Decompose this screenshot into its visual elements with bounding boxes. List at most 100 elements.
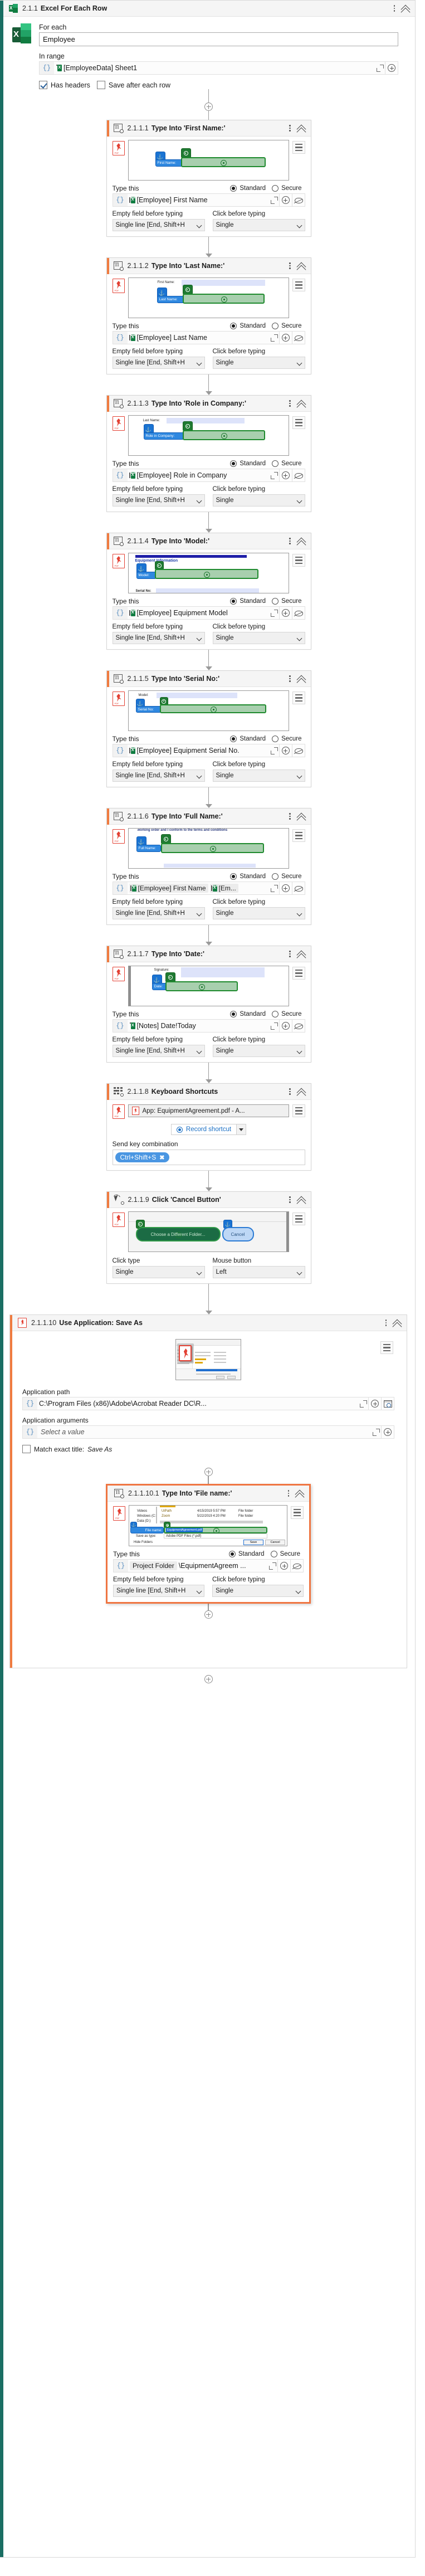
toggle-visibility-button[interactable]	[291, 1559, 304, 1572]
step-card-type-into-role-in-company[interactable]: TI 2.1.1.3 Type Into 'Role in Company:' …	[106, 395, 311, 512]
secure-radio[interactable]	[270, 1551, 277, 1557]
step-header[interactable]: TI 2.1.1.7 Type Into 'Date:'	[106, 946, 311, 962]
target-menu-button[interactable]	[292, 829, 305, 842]
add-value-button[interactable]	[279, 744, 292, 757]
target-menu-button[interactable]	[292, 1212, 305, 1225]
step-card-type-into-serial-no[interactable]: TI 2.1.1.5 Type Into 'Serial No:' PDF Mo…	[106, 670, 311, 787]
step-header[interactable]: TI 2.1.1.10.1 Type Into 'File name:'	[108, 1486, 309, 1502]
step-header[interactable]: TI 2.1.1.4 Type Into 'Model:'	[106, 533, 311, 549]
click-before-select[interactable]: Single	[212, 632, 305, 644]
more-options-icon[interactable]	[390, 3, 398, 13]
click-before-select[interactable]: Single	[212, 219, 305, 231]
secure-radio[interactable]	[272, 1011, 279, 1017]
toggle-visibility-button[interactable]	[292, 882, 305, 895]
type-this-input[interactable]: {} Project Folder \EquipmentAgreem ...	[113, 1559, 278, 1572]
add-activity-button[interactable]	[204, 103, 213, 111]
empty-field-select[interactable]: Single line [End, Shift+H	[112, 494, 205, 507]
match-exact-title-checkbox[interactable]	[22, 1445, 31, 1453]
empty-field-select[interactable]: Single line [End, Shift+H	[113, 1585, 204, 1597]
expand-editor-icon[interactable]	[269, 1020, 279, 1032]
add-value-button[interactable]	[385, 61, 398, 75]
step-header[interactable]: 2.1.1.8 Keyboard Shortcuts	[106, 1084, 311, 1100]
add-activity-button[interactable]	[204, 1468, 213, 1476]
step-header[interactable]: TI 2.1.1.1 Type Into 'First Name:'	[106, 120, 311, 137]
target-screenshot[interactable]: Choose a Different Folder... ⚓ Cancel	[128, 1211, 289, 1252]
add-value-button[interactable]	[279, 331, 292, 344]
more-options-icon[interactable]	[286, 398, 294, 408]
more-options-icon[interactable]	[286, 674, 294, 684]
step-card-type-into-full-name[interactable]: TI 2.1.1.6 Type Into 'Full Name:' PDF wo…	[106, 808, 311, 925]
target-menu-button[interactable]	[292, 141, 305, 154]
collapse-chevron-icon[interactable]	[296, 536, 306, 546]
step-header[interactable]: TI 2.1.1.3 Type Into 'Role in Company:'	[106, 396, 311, 412]
empty-field-select[interactable]: Single line [End, Shift+H	[112, 219, 205, 231]
type-this-input[interactable]: {} X [Employee] First Name X [Em...	[112, 882, 280, 895]
expand-editor-icon[interactable]	[358, 1397, 368, 1410]
empty-field-select[interactable]: Single line [End, Shift+H	[112, 632, 205, 644]
app-target-field[interactable]: App: EquipmentAgreement.pdf - A...	[128, 1104, 289, 1117]
more-options-icon[interactable]	[286, 949, 294, 959]
step-card-type-into-first-name[interactable]: TI 2.1.1.1 Type Into 'First Name:' PDF ⚓…	[106, 120, 311, 237]
expand-editor-icon[interactable]	[371, 1426, 381, 1438]
add-value-button[interactable]	[279, 469, 292, 482]
more-options-icon[interactable]	[286, 123, 294, 133]
type-this-input[interactable]: {} X [Notes] Date!Today	[112, 1019, 280, 1033]
secure-radio[interactable]	[272, 736, 279, 742]
collapse-chevron-icon[interactable]	[296, 261, 306, 271]
collapse-chevron-icon[interactable]	[296, 811, 306, 821]
expand-editor-icon[interactable]	[269, 744, 279, 757]
secure-radio[interactable]	[272, 185, 279, 192]
standard-radio[interactable]	[230, 185, 237, 192]
collapse-chevron-icon[interactable]	[296, 949, 306, 959]
click-before-select[interactable]: Single	[212, 357, 305, 369]
collapse-chevron-icon[interactable]	[295, 1488, 305, 1498]
standard-radio[interactable]	[230, 873, 237, 880]
target-menu-button[interactable]	[292, 692, 305, 704]
target-menu-button[interactable]	[292, 416, 305, 429]
step-card-type-into-file-name[interactable]: TI 2.1.1.10.1 Type Into 'File name:' PDF	[106, 1484, 311, 1604]
secure-radio[interactable]	[272, 323, 279, 329]
target-screenshot[interactable]: Last Name: ⚓ Role in Company:	[128, 415, 289, 456]
secure-radio[interactable]	[272, 460, 279, 467]
add-value-button[interactable]	[279, 193, 292, 207]
browse-application-button[interactable]	[382, 1397, 394, 1410]
collapse-chevron-icon[interactable]	[400, 3, 411, 13]
target-menu-button[interactable]	[292, 279, 305, 291]
add-activity-button[interactable]	[204, 1610, 213, 1619]
click-before-select[interactable]: Single	[212, 907, 305, 919]
more-options-icon[interactable]	[382, 1318, 390, 1328]
add-value-button[interactable]	[279, 882, 292, 895]
application-screenshot[interactable]	[175, 1339, 241, 1380]
expand-editor-icon[interactable]	[269, 607, 279, 619]
type-this-input[interactable]: {} X [Employee] Role in Company	[112, 469, 280, 482]
add-value-button[interactable]	[369, 1397, 382, 1410]
add-value-button[interactable]	[278, 1559, 291, 1572]
step-card-click-cancel-button[interactable]: 2.1.1.9 Click 'Cancel Button' PDF Choose…	[106, 1191, 311, 1284]
click-before-select[interactable]: Single	[212, 494, 305, 507]
toggle-visibility-button[interactable]	[292, 744, 305, 757]
target-screenshot[interactable]: Model: ⚓ Serial No:	[128, 690, 289, 731]
standard-radio[interactable]	[228, 1551, 236, 1557]
empty-field-select[interactable]: Single line [End, Shift+H	[112, 907, 205, 919]
more-options-icon[interactable]	[286, 536, 294, 546]
activity-header[interactable]: 2.1.1.10 Use Application: Save As	[10, 1315, 407, 1331]
collapse-chevron-icon[interactable]	[296, 123, 306, 133]
record-shortcut-dropdown[interactable]	[236, 1124, 246, 1134]
toggle-visibility-button[interactable]	[292, 193, 305, 207]
add-value-button[interactable]	[279, 1019, 292, 1033]
click-before-select[interactable]: Single	[212, 1585, 304, 1597]
target-menu-button[interactable]	[380, 1341, 393, 1354]
type-this-input[interactable]: {} X [Employee] Equipment Serial No.	[112, 744, 280, 757]
target-screenshot[interactable]: Videos Windows (C:) Data (D:) UiPath 4/1…	[129, 1505, 287, 1546]
type-this-input[interactable]: {} X [Employee] Equipment Model	[112, 606, 280, 620]
more-options-icon[interactable]	[286, 1087, 294, 1097]
target-screenshot[interactable]: First Name: ⚓ Last Name:	[128, 277, 289, 318]
target-screenshot[interactable]: ⚓ First Name:	[128, 140, 289, 181]
standard-radio[interactable]	[230, 736, 237, 742]
click-type-select[interactable]: Single	[112, 1266, 205, 1278]
step-card-type-into-model[interactable]: TI 2.1.1.4 Type Into 'Model:' PDF Equipm…	[106, 533, 311, 650]
empty-field-select[interactable]: Single line [End, Shift+H	[112, 357, 205, 369]
target-menu-button[interactable]	[291, 1506, 304, 1519]
expand-editor-icon[interactable]	[269, 469, 279, 481]
step-header[interactable]: TI 2.1.1.5 Type Into 'Serial No:'	[106, 671, 311, 687]
